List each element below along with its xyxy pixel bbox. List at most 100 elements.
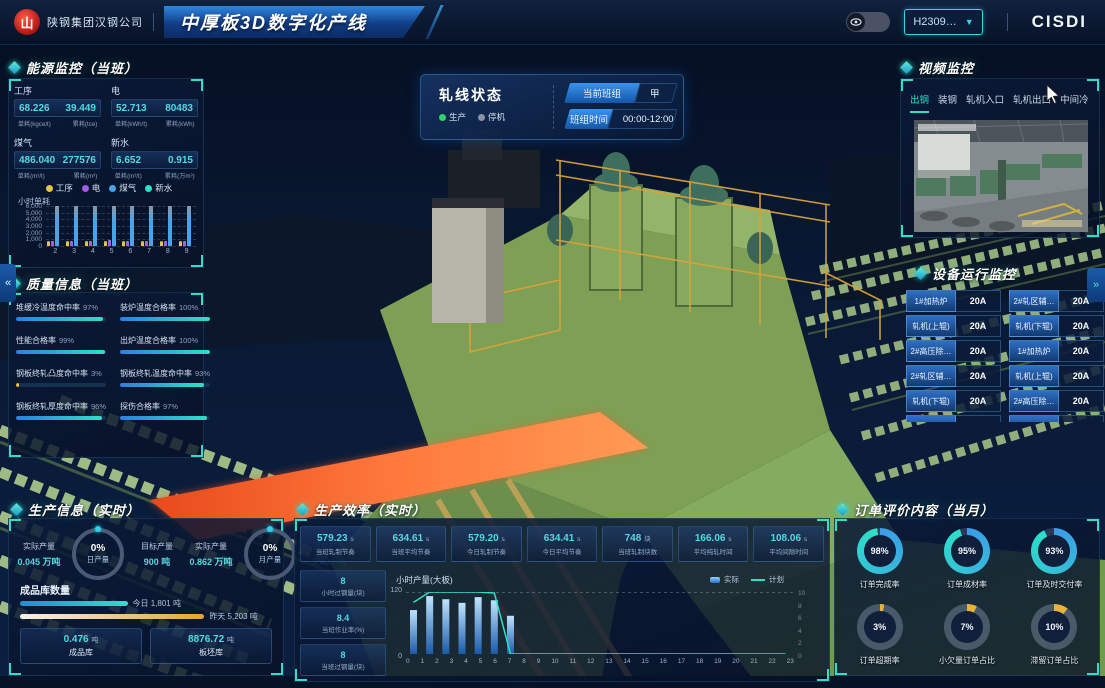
camera-tab-轧机入口[interactable]: 轧机入口 <box>966 92 1004 113</box>
donut-percent: 93% <box>1045 546 1063 556</box>
production-gauges: 实际产量0.045 万吨0%日产量目标产量900 吨实际产量0.862 万吨0%… <box>12 528 280 580</box>
quality-label: 堆缓冷温度命中率97% <box>16 302 106 313</box>
right-collapse-tab[interactable]: » <box>1087 268 1105 302</box>
donut-ring: 10% <box>1031 604 1077 650</box>
progress-fill <box>16 416 102 420</box>
progress-fill <box>120 383 204 387</box>
bar <box>164 241 167 246</box>
stat-label: 今日轧制节奏 <box>467 546 506 556</box>
production-line-select[interactable]: H2309… ▼ <box>904 9 982 35</box>
stock-card-label: 成品库 <box>69 647 93 658</box>
y-tick-label: 120 <box>390 587 402 594</box>
energy-section-name: 工序 <box>14 84 101 97</box>
y-tick-label: 0 <box>398 653 402 660</box>
chart-legend-item: 计划 <box>751 574 784 585</box>
efficiency-side-card: 8当班过钢量(块) <box>300 644 386 676</box>
bar <box>85 241 88 246</box>
chip-value-box: 甲 <box>634 83 678 103</box>
video-panel-title: 视频监控 <box>918 58 974 77</box>
stat-unit: s <box>804 536 807 543</box>
device-item[interactable]: 1#加热炉20A <box>1009 340 1104 362</box>
energy-values: 6.6520.915 <box>111 151 198 169</box>
x-tick-label: 9 <box>537 658 541 665</box>
x-tick-label: 8 <box>522 658 526 665</box>
gauge-ring: 0%月产量 <box>244 528 296 580</box>
x-tick-label: 2 <box>53 248 57 255</box>
bar <box>108 240 111 246</box>
efficiency-stat-card: 634.41 s今日平均节奏 <box>527 526 598 562</box>
bar-group <box>47 206 63 246</box>
legend-item: 新水 <box>145 182 172 194</box>
device-row: 2#高压除…20A 1#加热炉20A <box>898 340 1105 362</box>
bar <box>141 241 144 246</box>
camera-tab-轧机出口[interactable]: 轧机出口 <box>1013 92 1051 113</box>
energy-section: 工序68.22639.449单耗(kgce/t)累耗(tce) <box>14 84 101 128</box>
x-tick-label: 5 <box>479 658 483 665</box>
gauge-actual-label: 实际产量 <box>184 541 238 552</box>
device-item[interactable]: 2#轧区辅…20A <box>1009 415 1104 422</box>
quality-panel-title: 质量信息（当班） <box>26 274 138 293</box>
device-item[interactable]: 2#高压除…20A <box>1009 390 1104 412</box>
y2-tick-label: 2 <box>798 640 814 647</box>
header-divider <box>153 13 154 31</box>
order-donut: 95%订单成材率 <box>925 528 1008 590</box>
left-collapse-tab[interactable]: « <box>0 264 16 302</box>
chip-label: 当前班组 <box>583 86 621 100</box>
progress-track <box>120 350 210 354</box>
device-item[interactable]: 1#加热炉20A <box>906 290 1001 312</box>
legend-bar-icon <box>710 577 720 583</box>
efficiency-stat-card: 748 块当班轧制块数 <box>602 526 673 562</box>
company-logo: 山 <box>14 9 40 35</box>
y2-tick-label: 6 <box>798 615 814 622</box>
camera-tab-装钢[interactable]: 装钢 <box>938 92 957 113</box>
stock-bar <box>20 601 128 606</box>
device-item[interactable]: 2#高压除…20A <box>906 340 1001 362</box>
status-legend-item: 生产 <box>439 111 466 123</box>
x-tick-label: 7 <box>508 658 512 665</box>
device-item[interactable]: 轧机(上辊)20A <box>1009 365 1104 387</box>
status-chip: 当前班组甲 <box>564 83 678 103</box>
energy-value-label: 累耗(kWh) <box>165 118 194 128</box>
bar <box>187 206 191 246</box>
legend-line-icon <box>751 579 765 581</box>
device-item[interactable]: 轧机(下辊)20A <box>1009 315 1104 337</box>
device-item[interactable]: 2#轧区辅…20A <box>906 365 1001 387</box>
device-label: 1#加热炉 <box>906 290 956 312</box>
legend-item: 工序 <box>46 182 73 194</box>
device-item[interactable]: 轧机(上辊)20A <box>906 315 1001 337</box>
bar <box>122 241 125 246</box>
energy-section: 电52.71380483单耗(kWh/t)累耗(kWh) <box>111 84 198 128</box>
gauge-actual-value: 0.045 万吨 <box>12 555 66 568</box>
device-item[interactable]: 1#加热炉20A <box>906 415 1001 422</box>
energy-value-label: 累耗(万m³) <box>164 170 194 180</box>
quality-item: 出炉温度合格率100% <box>120 335 210 354</box>
camera-tab-中间冷[interactable]: 中间冷 <box>1060 92 1089 113</box>
quality-label: 出炉温度合格率100% <box>120 335 210 346</box>
device-item[interactable]: 轧机(下辊)20A <box>906 390 1001 412</box>
energy-values: 68.22639.449 <box>14 99 101 117</box>
hourly-chart-x-axis: 01234567891011121314151617181920212223 <box>406 658 794 665</box>
energy-section-name: 煤气 <box>14 136 101 149</box>
order-donut: 10%滞留订单占比 <box>1013 604 1096 666</box>
chart-legend-label: 实际 <box>724 574 739 585</box>
quality-percent: 97% <box>163 402 178 411</box>
camera-tab-出钢[interactable]: 出钢 <box>910 92 929 113</box>
quality-item: 堆缓冷温度命中率97% <box>16 302 106 321</box>
donut-hole: 10% <box>1038 611 1070 643</box>
stock-card-label: 板坯库 <box>199 647 223 658</box>
progress-fill <box>120 416 207 420</box>
gauge-dot <box>267 526 273 532</box>
bar <box>112 206 116 246</box>
stat-label: 平均间隙时间 <box>769 546 808 556</box>
donut-percent: 98% <box>871 546 889 556</box>
chart-legend-label: 计划 <box>769 574 784 585</box>
device-row: 轧机(下辊)20A 2#高压除…20A <box>898 390 1105 412</box>
side-stat-value: 8.4 <box>337 613 350 623</box>
visibility-toggle[interactable] <box>846 12 890 32</box>
x-tick-label: 4 <box>91 248 95 255</box>
line-status-legend: 生产停机 <box>439 111 505 123</box>
energy-values: 486.040277576 <box>14 151 101 169</box>
status-dot <box>478 114 485 121</box>
donut-ring: 7% <box>944 604 990 650</box>
progress-fill <box>120 350 210 354</box>
